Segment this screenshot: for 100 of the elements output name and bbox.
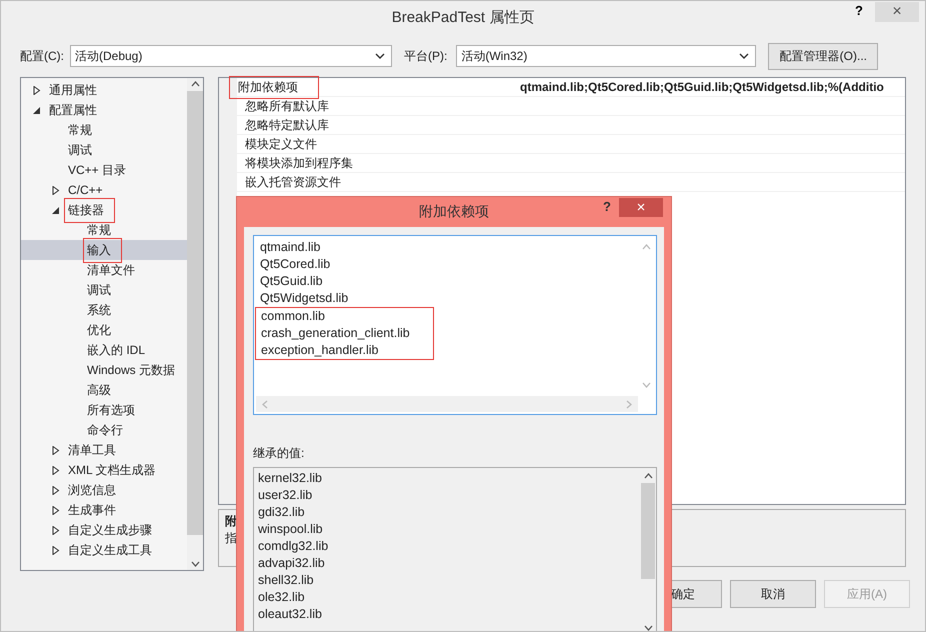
scroll-up-icon[interactable]	[190, 81, 200, 87]
tree-item[interactable]: 配置属性	[21, 100, 187, 120]
tree-item[interactable]: 自定义生成工具	[21, 540, 187, 560]
library-entry: exception_handler.lib	[260, 342, 378, 359]
tree-item[interactable]: C/C++	[21, 180, 187, 200]
library-entry: common.lib	[260, 308, 325, 325]
collapsed-triangle-icon[interactable]	[33, 86, 41, 94]
close-button[interactable]: ×	[875, 2, 919, 22]
tree-item[interactable]: 优化	[21, 320, 187, 340]
tree-label: 配置属性	[48, 102, 98, 118]
tree-label: Windows 元数据	[86, 362, 176, 378]
tree-label: VC++ 目录	[67, 162, 128, 178]
tree-label: 生成事件	[67, 502, 117, 518]
scroll-down-icon[interactable]	[644, 625, 652, 631]
property-name[interactable]: 附加依赖项	[229, 76, 319, 98]
tree-label: 命令行	[86, 422, 124, 438]
tree-label: 嵌入的 IDL	[86, 342, 146, 358]
tree-label: 链接器	[64, 198, 115, 222]
tree-item[interactable]: 常规	[21, 220, 187, 240]
tree-label: 系统	[86, 302, 112, 318]
tree-item[interactable]: 生成事件	[21, 500, 187, 520]
library-entry: crash_generation_client.lib	[260, 325, 410, 342]
property-name[interactable]: 忽略特定默认库	[245, 116, 329, 134]
tree-label: 调试	[67, 142, 93, 158]
tree-item[interactable]: 清单文件	[21, 260, 187, 280]
dialog-title: 附加依赖项	[419, 203, 489, 221]
tree-item[interactable]: 通用属性	[21, 80, 187, 100]
tree-item[interactable]: 高级	[21, 380, 187, 400]
scrollbar[interactable]	[187, 78, 203, 570]
library-entry: kernel32.lib	[258, 470, 322, 487]
collapsed-triangle-icon[interactable]	[52, 186, 60, 194]
tree-label: 输入	[83, 238, 122, 262]
config-manager-button[interactable]: 配置管理器(O)...	[768, 42, 878, 70]
tree-item[interactable]: 命令行	[21, 420, 187, 440]
config-dropdown[interactable]: 活动(Debug)	[70, 45, 392, 67]
help-button[interactable]: ?	[851, 3, 867, 18]
library-entry: user32.lib	[258, 487, 312, 504]
tree-item[interactable]: 浏览信息	[21, 480, 187, 500]
collapsed-triangle-icon[interactable]	[52, 446, 60, 454]
close-button[interactable]: ×	[619, 198, 663, 217]
description-title: 附	[225, 513, 237, 530]
tree-label: 清单文件	[86, 262, 136, 278]
help-button[interactable]: ?	[599, 199, 615, 214]
collapsed-triangle-icon[interactable]	[52, 486, 60, 494]
platform-label: 平台(P):	[404, 48, 448, 64]
tree-item[interactable]: XML 文档生成器	[21, 460, 187, 480]
collapsed-triangle-icon[interactable]	[52, 466, 60, 474]
tree-label: XML 文档生成器	[67, 462, 157, 478]
tree-label: 高级	[86, 382, 112, 398]
tree-label: 常规	[86, 222, 112, 238]
library-entry: shell32.lib	[258, 572, 314, 589]
description-text: 指	[225, 530, 237, 548]
tree-label: 清单工具	[67, 442, 117, 458]
library-entry: gdi32.lib	[258, 504, 305, 521]
tree-label: 常规	[67, 122, 93, 138]
dialog-button[interactable]: 取消	[730, 580, 816, 608]
collapsed-triangle-icon[interactable]	[52, 506, 60, 514]
tree-label: 通用属性	[48, 82, 98, 98]
expanded-triangle-icon[interactable]	[52, 206, 60, 214]
expanded-triangle-icon[interactable]	[33, 106, 41, 114]
tree-item[interactable]: 系统	[21, 300, 187, 320]
library-entry: ole32.lib	[258, 589, 305, 606]
library-entry: Qt5Cored.lib	[259, 256, 330, 273]
tree-item[interactable]: 清单工具	[21, 440, 187, 460]
window-title: BreakPadTest 属性页	[392, 8, 534, 26]
library-entry: comdlg32.lib	[258, 538, 328, 555]
tree-item[interactable]: 调试	[21, 280, 187, 300]
tree-item[interactable]: Windows 元数据	[21, 360, 187, 380]
tree-item[interactable]: 所有选项	[21, 400, 187, 420]
tree-item[interactable]: 常规	[21, 120, 187, 140]
library-entry: qtmaind.lib	[259, 239, 320, 256]
property-name[interactable]: 嵌入托管资源文件	[245, 174, 341, 190]
config-label: 配置(C):	[20, 48, 64, 64]
tree-item[interactable]: 嵌入的 IDL	[21, 340, 187, 360]
tree-label: 所有选项	[86, 402, 136, 418]
tree-label: 自定义生成工具	[67, 542, 153, 558]
tree-label: 浏览信息	[67, 482, 117, 498]
tree-item[interactable]: 自定义生成步骤	[21, 520, 187, 540]
tree-item[interactable]: 输入	[21, 240, 187, 260]
property-value[interactable]: qtmaind.lib;Qt5Cored.lib;Qt5Guid.lib;Qt5Widgetsd.lib;%(Additio	[520, 80, 884, 94]
property-name[interactable]: 忽略所有默认库	[245, 98, 329, 114]
tree-item[interactable]: 链接器	[21, 200, 187, 220]
library-entry: winspool.lib	[258, 521, 323, 538]
tree-label: 优化	[86, 322, 112, 338]
scroll-up-icon[interactable]	[644, 473, 652, 479]
library-entry: advapi32.lib	[258, 555, 325, 572]
tree-label: 自定义生成步骤	[67, 522, 153, 538]
tree-item[interactable]: 调试	[21, 140, 187, 160]
library-entry: oleaut32.lib	[258, 606, 322, 623]
tree-label: C/C++	[67, 182, 104, 199]
property-name[interactable]: 模块定义文件	[245, 136, 317, 152]
library-entry: Qt5Widgetsd.lib	[259, 290, 348, 307]
platform-dropdown[interactable]: 活动(Win32)	[456, 45, 756, 67]
collapsed-triangle-icon[interactable]	[52, 546, 60, 554]
scroll-down-icon[interactable]	[190, 561, 200, 567]
tree-item[interactable]: VC++ 目录	[21, 160, 187, 180]
inherited-values-label: 继承的值:	[253, 445, 306, 462]
tree-label: 调试	[86, 282, 112, 298]
property-name[interactable]: 将模块添加到程序集	[245, 154, 353, 172]
collapsed-triangle-icon[interactable]	[52, 526, 60, 534]
